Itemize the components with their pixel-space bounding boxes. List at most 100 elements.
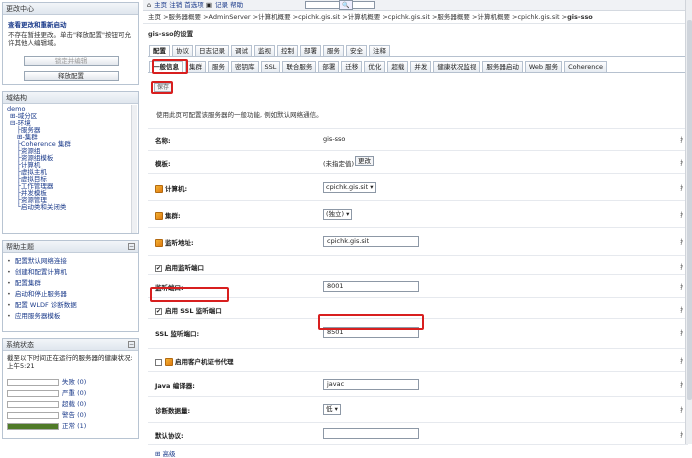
page-description: 使用此页可配置该服务器的一般功能, 例如默认网络通信。 (156, 111, 323, 119)
tab-8[interactable]: 安全 (346, 45, 367, 56)
subtab-5[interactable]: 联合服务 (282, 61, 317, 72)
listen-port-input[interactable]: 8001 (323, 281, 419, 292)
domain-structure-header: 域结构 (3, 92, 138, 104)
change-center-title: 更改中心 (6, 5, 34, 13)
diag-volume-select[interactable]: 低 ▾ (323, 404, 341, 415)
tab-2[interactable]: 日志记录 (195, 45, 229, 56)
advanced-label: 高级 (162, 450, 176, 458)
cluster-icon (155, 212, 163, 220)
tab-0[interactable]: 配置 (149, 45, 170, 56)
change-center-header: 更改中心 (3, 3, 138, 15)
listen-address-input[interactable]: cpichk.gis.sit (323, 236, 419, 247)
listen-port-enabled-label: 启用监听端口 (165, 264, 204, 272)
help-topic-link[interactable]: 应用服务器模板 (7, 311, 134, 322)
home-link[interactable]: 主页 (154, 1, 167, 9)
subtab-9[interactable]: 超载 (387, 61, 409, 72)
subtab-7[interactable]: 迁移 (341, 61, 363, 72)
status-row: 正常 (1) (3, 421, 138, 432)
view-changes-link[interactable]: 查看更改和重新启动 (8, 19, 134, 29)
help-topic-link[interactable]: 启动和停止服务器 (7, 289, 134, 300)
expand-icon: ⊞ (155, 450, 163, 458)
record-icon[interactable]: ▣ (206, 1, 212, 9)
subtab-4[interactable]: SSL (260, 61, 281, 72)
diag-volume-label: 诊断数据量: (155, 407, 191, 415)
name-value: gis-sso (323, 135, 346, 143)
lock-edit-button[interactable]: 锁定并编辑 (23, 56, 119, 66)
highlight-ssl-port (318, 314, 424, 330)
logout-link[interactable]: 注销 (169, 1, 182, 9)
collapse-icon[interactable]: − (128, 341, 135, 348)
release-config-button[interactable]: 释放配置 (23, 71, 119, 81)
help-link[interactable]: 帮助 (230, 1, 243, 9)
search-button[interactable]: 🔍 (339, 0, 353, 10)
machine-icon (155, 185, 163, 193)
template-label: 模板: (155, 160, 171, 168)
cluster-label: 集群: (165, 212, 181, 220)
tab-1[interactable]: 协议 (172, 45, 193, 56)
ssl-port-checkbox[interactable]: ✔ (155, 307, 162, 315)
listen-port-checkbox[interactable]: ✔ (155, 264, 162, 272)
system-status-panel: 系统状态 − 截至以下时间正在运行的服务器的健康状况: 上午5:21 失败 (0)… (2, 338, 139, 439)
domain-structure-title: 域结构 (6, 94, 27, 102)
cluster-select[interactable]: (独立) ▾ (323, 209, 353, 220)
machine-select[interactable]: cpichk.gis.sit ▾ (323, 182, 377, 193)
status-row: 失败 (0) (3, 377, 138, 388)
change-center-text: 不存在暂挂更改。单击"释放配置"按钮可允许其他人编辑域。 (8, 31, 131, 47)
scrollbar-thumb[interactable] (687, 20, 692, 400)
subtab-8[interactable]: 优化 (364, 61, 386, 72)
help-topic-link[interactable]: 配置默认网络连接 (7, 256, 134, 267)
subtab-2[interactable]: 服务 (208, 61, 229, 72)
tab-5[interactable]: 控制 (277, 45, 298, 56)
status-label[interactable]: 失败 (0) (62, 378, 86, 386)
ssl-enabled-label: 启用 SSL 监听端口 (165, 307, 222, 315)
help-topics-title: 帮助主题 (6, 243, 34, 251)
template-change-button[interactable]: 更改 (355, 156, 374, 166)
help-topic-link[interactable]: 配置 WLDF 诊断数据 (7, 300, 134, 311)
help-topic-link[interactable]: 配置集群 (7, 278, 134, 289)
secondary-tabs: 一般信息 集群 服务 密钥库 SSL 联合服务 部署 迁移 优化 超载 并发 健康状况监视 服务器启动 W… (149, 61, 609, 72)
tab-4[interactable]: 监视 (254, 45, 275, 56)
status-row: 警告 (0) (3, 410, 138, 421)
main-scrollbar[interactable] (685, 0, 692, 444)
status-label[interactable]: 正常 (1) (62, 422, 86, 430)
prefs-link[interactable]: 首选项 (184, 1, 204, 9)
status-rows: 失败 (0) 严重 (0) 超载 (0) 警告 (0) 正常 (1) (3, 377, 138, 432)
system-status-header: 系统状态 − (3, 339, 138, 351)
breadcrumb-current: gis-sso (567, 13, 593, 21)
breadcrumb: 主页 >服务器概要 >AdminServer >计算机概要 >cpichk.gi… (143, 11, 692, 24)
subtab-1[interactable]: 集群 (185, 61, 206, 72)
listen-address-label: 监听地址: (165, 239, 194, 247)
highlight-ssl-enable (150, 287, 229, 302)
java-compiler-label: Java 编译器: (155, 382, 195, 390)
help-topic-link[interactable]: 创建和配置计算机 (7, 267, 134, 278)
status-label[interactable]: 严重 (0) (62, 389, 86, 397)
system-status-desc: 截至以下时间正在运行的服务器的健康状况: 上午5:21 (7, 354, 133, 370)
subtab-6[interactable]: 部署 (318, 61, 340, 72)
client-cert-checkbox[interactable] (155, 358, 162, 366)
default-protocol-input[interactable] (323, 428, 419, 439)
subtab-14[interactable]: Coherence (564, 61, 607, 72)
home-icon[interactable]: ⌂ (147, 1, 151, 9)
tab-9[interactable]: 注释 (369, 45, 390, 56)
page-title: gis-sso的设置 (148, 30, 194, 38)
machine-label: 计算机: (165, 185, 188, 193)
client-cert-icon (165, 358, 173, 366)
tab-7[interactable]: 服务 (323, 45, 344, 56)
status-label[interactable]: 超载 (0) (62, 400, 86, 408)
tab-3[interactable]: 调试 (231, 45, 252, 56)
subtab-11[interactable]: 健康状况监视 (433, 61, 481, 72)
tree-scrollbar[interactable] (131, 105, 137, 233)
advanced-toggle[interactable]: ⊞ 高级 (155, 448, 176, 458)
record-link[interactable]: 记录 (215, 1, 228, 9)
subtab-13[interactable]: Web 服务 (524, 61, 563, 72)
java-compiler-input[interactable]: javac (323, 379, 419, 390)
ssl-port-label: SSL 监听端口: (155, 330, 200, 338)
tab-6[interactable]: 部署 (300, 45, 321, 56)
subtab-10[interactable]: 并发 (410, 61, 432, 72)
status-label[interactable]: 警告 (0) (62, 411, 86, 419)
tree-item[interactable]: └启动类和关闭类 (7, 204, 134, 211)
subtab-3[interactable]: 密钥库 (231, 61, 259, 72)
subtab-12[interactable]: 服务器启动 (482, 61, 523, 72)
collapse-icon[interactable]: − (128, 243, 135, 250)
breadcrumb-path[interactable]: 主页 >服务器概要 >AdminServer >计算机概要 >cpichk.gi… (148, 13, 567, 21)
